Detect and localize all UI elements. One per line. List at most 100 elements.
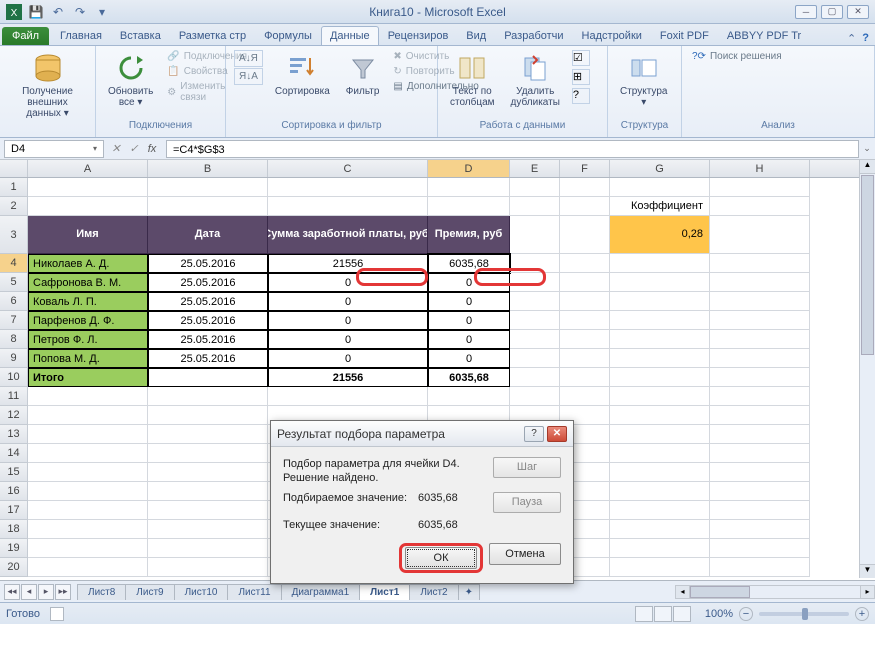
sheet-tab[interactable]: Лист10 [174, 584, 229, 600]
tab-addins[interactable]: Надстройки [573, 26, 651, 45]
row-2[interactable]: 2 [0, 197, 28, 216]
consolidate-icon[interactable]: ⊞ [572, 69, 590, 85]
row-9[interactable]: 9 [0, 349, 28, 368]
chevron-down-icon[interactable]: ▾ [93, 144, 97, 153]
row-6[interactable]: 6 [0, 292, 28, 311]
select-all-corner[interactable] [0, 160, 28, 177]
filter-button[interactable]: Фильтр [342, 50, 384, 99]
help-icon[interactable]: ? [862, 32, 869, 45]
step-button[interactable]: Шаг [493, 457, 561, 478]
hdr-bonus[interactable]: Премия, руб [428, 216, 510, 254]
col-B[interactable]: B [148, 160, 268, 177]
dialog-titlebar[interactable]: Результат подбора параметра ? ✕ [271, 421, 573, 447]
tab-abbyy[interactable]: ABBYY PDF Tr [718, 26, 810, 45]
refresh-all-button[interactable]: Обновить все ▾ [104, 50, 157, 110]
accept-formula-icon[interactable]: ✓ [126, 141, 142, 157]
view-pagebreak-icon[interactable] [673, 606, 691, 622]
sort-button[interactable]: Сортировка [271, 50, 334, 99]
tab-insert[interactable]: Вставка [111, 26, 170, 45]
col-H[interactable]: H [710, 160, 810, 177]
zoom-in-button[interactable]: + [855, 607, 869, 621]
solver-button[interactable]: ?⟳Поиск решения [690, 50, 784, 63]
cancel-button[interactable]: Отмена [489, 543, 561, 565]
redo-icon[interactable]: ↷ [70, 3, 90, 21]
sheet-nav-prev[interactable]: ◂ [21, 584, 37, 600]
ok-button[interactable]: ОК [405, 547, 477, 569]
fx-icon[interactable]: fx [144, 141, 160, 157]
row-7[interactable]: 7 [0, 311, 28, 330]
sort-desc-button[interactable]: Я↓А [234, 68, 263, 85]
whatif-icon[interactable]: ? [572, 88, 590, 104]
sheet-tab[interactable]: Лист2 [409, 584, 458, 600]
col-A[interactable]: A [28, 160, 148, 177]
col-F[interactable]: F [560, 160, 610, 177]
maximize-button[interactable]: ▢ [821, 5, 843, 19]
pause-button[interactable]: Пауза [493, 492, 561, 513]
macro-record-icon[interactable] [50, 607, 64, 621]
scroll-down-icon[interactable]: ▼ [860, 564, 875, 578]
zoom-slider[interactable] [759, 612, 849, 616]
ribbon-minimize-icon[interactable]: ⌃ [847, 32, 856, 45]
horizontal-scrollbar[interactable]: ◂ ▸ [675, 585, 875, 599]
text-to-columns-button[interactable]: Текст по столбцам [446, 50, 499, 110]
close-button[interactable]: ✕ [847, 5, 869, 19]
tab-view[interactable]: Вид [457, 26, 495, 45]
tab-formulas[interactable]: Формулы [255, 26, 321, 45]
get-external-data-button[interactable]: Получение внешних данных ▾ [8, 50, 87, 121]
remove-duplicates-button[interactable]: Удалить дубликаты [507, 50, 564, 110]
view-pagelayout-icon[interactable] [654, 606, 672, 622]
row-10[interactable]: 10 [0, 368, 28, 387]
outline-button[interactable]: Структура ▾ [616, 50, 671, 110]
tab-pagelayout[interactable]: Разметка стр [170, 26, 255, 45]
minimize-button[interactable]: ─ [795, 5, 817, 19]
qat-dropdown-icon[interactable]: ▾ [92, 3, 112, 21]
row-1[interactable]: 1 [0, 178, 28, 197]
col-G[interactable]: G [610, 160, 710, 177]
tab-developer[interactable]: Разработчи [495, 26, 572, 45]
row-3[interactable]: 3 [0, 216, 28, 254]
scroll-left-icon[interactable]: ◂ [676, 586, 690, 598]
scroll-right-icon[interactable]: ▸ [860, 586, 874, 598]
undo-icon[interactable]: ↶ [48, 3, 68, 21]
dialog-help-button[interactable]: ? [524, 426, 544, 442]
new-sheet-button[interactable]: ✦ [458, 584, 480, 600]
cancel-formula-icon[interactable]: ✕ [108, 141, 124, 157]
cell-d4[interactable]: 6035,68 [428, 254, 510, 273]
sheet-nav-last[interactable]: ▸▸ [55, 584, 71, 600]
expand-formula-icon[interactable]: ⌄ [859, 143, 875, 154]
dialog-close-button[interactable]: ✕ [547, 426, 567, 442]
sheet-tab[interactable]: Лист11 [227, 584, 281, 600]
col-D[interactable]: D [428, 160, 510, 177]
save-icon[interactable]: 💾 [26, 3, 46, 21]
vertical-scrollbar[interactable]: ▲ ▼ [859, 160, 875, 578]
zoom-knob[interactable] [802, 608, 808, 620]
sheet-tab[interactable]: Лист9 [125, 584, 174, 600]
hdr-date[interactable]: Дата [148, 216, 268, 254]
hdr-name[interactable]: Имя [28, 216, 148, 254]
col-C[interactable]: C [268, 160, 428, 177]
sheet-tab[interactable]: Лист8 [77, 584, 126, 600]
scroll-thumb[interactable] [861, 175, 874, 355]
tab-foxit[interactable]: Foxit PDF [651, 26, 718, 45]
cell-coef-label[interactable]: Коэффициент [610, 197, 710, 216]
tab-review[interactable]: Рецензиров [379, 26, 458, 45]
hdr-salary[interactable]: Сумма заработной платы, руб. [268, 216, 428, 254]
cell-coef-value[interactable]: 0,28 [610, 216, 710, 254]
file-tab[interactable]: Файл [2, 27, 49, 45]
col-E[interactable]: E [510, 160, 560, 177]
view-normal-icon[interactable] [635, 606, 653, 622]
row-8[interactable]: 8 [0, 330, 28, 349]
sheet-tab[interactable]: Диаграмма1 [281, 584, 361, 600]
scroll-up-icon[interactable]: ▲ [860, 160, 875, 174]
row-4[interactable]: 4 [0, 254, 28, 273]
tab-home[interactable]: Главная [51, 26, 111, 45]
sort-asc-button[interactable]: А↓Я [234, 50, 263, 67]
name-box[interactable]: D4▾ [4, 140, 104, 158]
sheet-tab-active[interactable]: Лист1 [359, 584, 410, 600]
formula-input[interactable]: =C4*$G$3 [166, 140, 859, 158]
row-5[interactable]: 5 [0, 273, 28, 292]
sheet-nav-next[interactable]: ▸ [38, 584, 54, 600]
data-validation-icon[interactable]: ☑ [572, 50, 590, 66]
zoom-out-button[interactable]: − [739, 607, 753, 621]
hscroll-thumb[interactable] [690, 586, 750, 598]
